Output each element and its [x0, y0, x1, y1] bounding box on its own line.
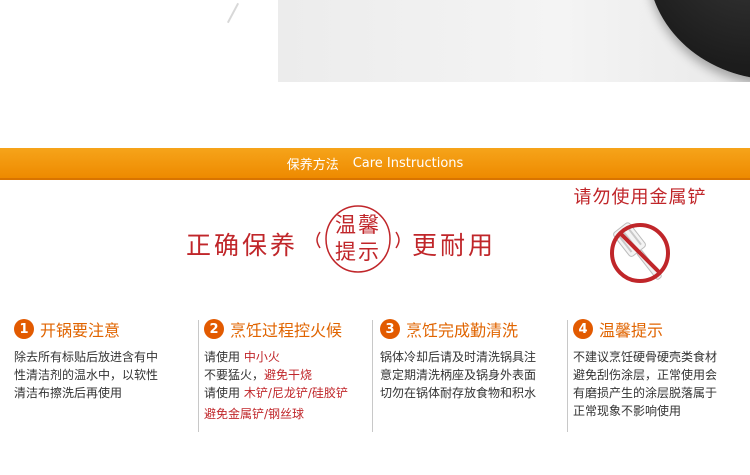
tip-number-2: 2	[204, 319, 224, 339]
warning-caption: 请勿使用金属铲	[573, 187, 707, 208]
tip-number-4: 4	[573, 319, 593, 339]
tip-title-1: 开锅要注意	[40, 321, 121, 340]
badge-line-2: 提示	[335, 240, 381, 264]
heading-left: 正确保养	[186, 231, 299, 260]
tip-2-line-2-value: 避免干烧	[264, 368, 313, 382]
tip-4-line-4: 正常现象不影响使用	[573, 404, 682, 418]
care-banner: 保养方法 Care Instructions	[0, 148, 750, 180]
tip-2-line-1: 请使用 中小火	[204, 348, 376, 366]
tip-title-3: 烹饪完成勤清洗	[406, 321, 519, 340]
tip-2-line-3: 请使用 木铲/尼龙铲/硅胶铲	[204, 384, 376, 402]
decorative-line	[226, 2, 240, 24]
heading-badge: 温馨 提示	[316, 202, 400, 276]
tip-3-line-1: 锅体冷却后请及时清洗锅具注	[380, 350, 537, 364]
tip-2-line-4: 避免金属铲/钢丝球	[204, 407, 305, 421]
tip-1-line-1: 除去所有标贴后放进含有中	[14, 350, 159, 364]
pan-image	[648, 0, 750, 80]
tip-4-line-3: 有磨损产生的涂层脱落属于	[573, 386, 718, 400]
tip-4-line-1: 不建议烹饪硬骨硬壳类食材	[573, 350, 718, 364]
column-divider	[198, 320, 199, 432]
tip-2-line-2-label: 不要猛火，	[204, 368, 265, 382]
tip-2-line-1-label: 请使用	[204, 350, 241, 364]
tip-number-3: 3	[380, 319, 400, 339]
heading-right: 更耐用	[412, 231, 497, 260]
tip-column-4: 4 温馨提示 不建议烹饪硬骨硬壳类食材 避免刮伤涂层，正常使用会 有磨损产生的涂…	[573, 318, 747, 420]
banner-title-en: Care Instructions	[352, 155, 464, 171]
tip-1-line-2: 性清洁剂的温水中，以软性	[14, 368, 159, 382]
tip-column-1: 1 开锅要注意 除去所有标贴后放进含有中 性清洁剂的温水中，以软性 清洁布擦洗后…	[14, 318, 190, 402]
tip-4-line-2: 避免刮伤涂层，正常使用会	[573, 368, 718, 382]
tip-column-3: 3 烹饪完成勤清洗 锅体冷却后请及时清洗锅具注 意定期清洗柄座及锅身外表面 切勿…	[380, 318, 566, 402]
tip-2-line-3-label: 请使用	[204, 386, 241, 400]
tip-1-line-3: 清洁布擦洗后再使用	[14, 386, 123, 400]
tip-2-line-3-value: 木铲/尼龙铲/硅胶铲	[243, 386, 348, 400]
tip-title-2: 烹饪过程控火候	[230, 321, 343, 340]
column-divider	[372, 320, 373, 432]
banner-title-cn: 保养方法	[286, 157, 339, 173]
tip-number-1: 1	[14, 319, 34, 339]
column-divider	[567, 320, 568, 432]
product-photo	[278, 0, 750, 82]
badge-line-1: 温馨	[335, 213, 381, 237]
tip-column-2: 2 烹饪过程控火候 请使用 中小火 不要猛火，避免干烧 请使用 木铲/尼龙铲/硅…	[204, 318, 376, 423]
tip-3-line-3: 切勿在锅体耐存放食物和积水	[380, 386, 537, 400]
tip-2-line-1-value: 中小火	[243, 350, 280, 364]
tip-2-line-2: 不要猛火，避免干烧	[204, 366, 376, 384]
tip-3-line-2: 意定期清洗柄座及锅身外表面	[380, 368, 537, 382]
no-metal-spatula-icon	[610, 222, 670, 283]
tip-title-4: 温馨提示	[599, 321, 664, 340]
